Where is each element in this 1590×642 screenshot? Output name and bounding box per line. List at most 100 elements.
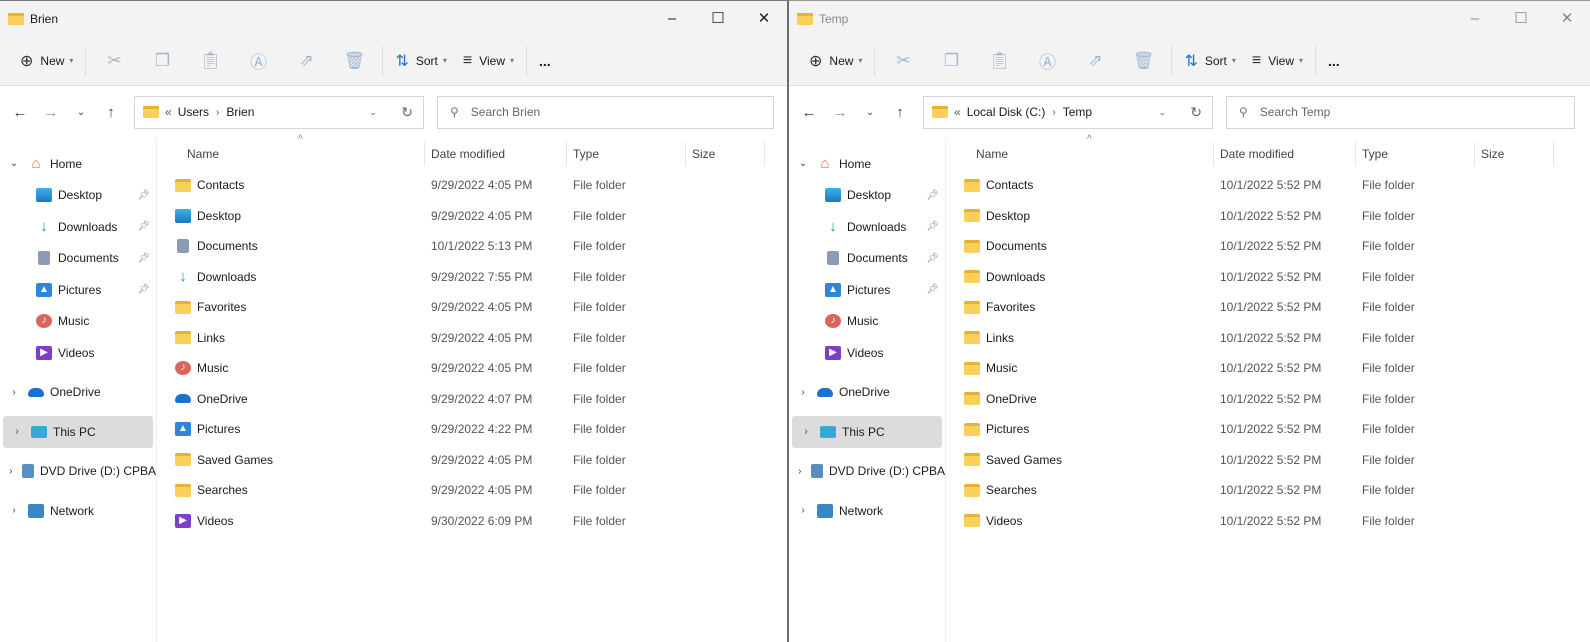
file-row[interactable]: Saved Games 9/29/2022 4:05 PM File folde…: [157, 445, 787, 476]
refresh-icon[interactable]: ↻: [401, 104, 413, 121]
chevron-right-icon[interactable]: ›: [792, 426, 820, 437]
chevron-right-icon[interactable]: ›: [789, 505, 817, 516]
file-row[interactable]: Favorites 9/29/2022 4:05 PM File folder: [157, 292, 787, 323]
chevron-right-icon[interactable]: ›: [3, 426, 31, 437]
chevron-right-icon[interactable]: ›: [0, 387, 28, 398]
nav-item-documents[interactable]: Documents 📌︎: [0, 243, 156, 275]
close-button[interactable]: ✕: [741, 1, 787, 36]
nav-item-dvd-drive-d-cpba[interactable]: › DVD Drive (D:) CPBA: [789, 456, 945, 488]
address-bar[interactable]: « Users › Brien ⌄ ↻: [134, 95, 424, 129]
chevron-down-icon[interactable]: ⌄: [1158, 107, 1166, 118]
nav-item-dvd-drive-d-cpba[interactable]: › DVD Drive (D:) CPBA: [0, 456, 156, 488]
search-input[interactable]: ⚲ Search Brien: [437, 95, 774, 129]
file-row[interactable]: Searches 9/29/2022 4:05 PM File folder: [157, 475, 787, 506]
nav-item-downloads[interactable]: ↓ Downloads 📌︎: [0, 211, 156, 243]
file-row[interactable]: Desktop 9/29/2022 4:05 PM File folder: [157, 201, 787, 232]
forward-button[interactable]: →: [39, 104, 63, 121]
back-button[interactable]: ←: [797, 104, 821, 121]
breadcrumb-item[interactable]: Local Disk (C:): [967, 105, 1046, 119]
file-row[interactable]: Documents 10/1/2022 5:13 PM File folder: [157, 231, 787, 262]
file-row[interactable]: ↓ Downloads 9/29/2022 7:55 PM File folder: [157, 262, 787, 293]
more-options-button[interactable]: ...: [1320, 45, 1348, 77]
file-row[interactable]: OneDrive 9/29/2022 4:07 PM File folder: [157, 384, 787, 415]
file-row[interactable]: ♪ Music 9/29/2022 4:05 PM File folder: [157, 353, 787, 384]
file-row[interactable]: Contacts 9/29/2022 4:05 PM File folder: [157, 170, 787, 201]
address-bar[interactable]: « Local Disk (C:) › Temp ⌄ ↻: [923, 95, 1213, 129]
search-input[interactable]: ⚲ Search Temp: [1226, 95, 1575, 129]
chevron-right-icon[interactable]: ›: [0, 505, 28, 516]
file-row[interactable]: Downloads 10/1/2022 5:52 PM File folder: [946, 262, 1590, 293]
copy-icon[interactable]: ❐: [138, 51, 186, 71]
file-row[interactable]: Contacts 10/1/2022 5:52 PM File folder: [946, 170, 1590, 201]
share-icon[interactable]: ⇗: [282, 51, 330, 71]
cut-icon[interactable]: ✂: [90, 51, 138, 71]
recent-locations-button[interactable]: ⌄: [858, 107, 882, 118]
column-header-name[interactable]: Name: [946, 142, 1214, 166]
up-button[interactable]: ↑: [99, 104, 123, 121]
share-icon[interactable]: ⇗: [1071, 51, 1119, 71]
breadcrumb-separator-icon[interactable]: ›: [216, 107, 219, 118]
nav-item-home[interactable]: ⌄ ⌂ Home: [0, 148, 156, 180]
nav-item-onedrive[interactable]: › OneDrive: [789, 377, 945, 409]
nav-item-downloads[interactable]: ↓ Downloads 📌︎: [789, 211, 945, 243]
paste-icon[interactable]: 📋︎: [975, 51, 1023, 71]
close-button[interactable]: ✕: [1544, 1, 1590, 36]
sort-button[interactable]: ⇅ Sort ▾: [387, 45, 454, 77]
file-row[interactable]: Desktop 10/1/2022 5:52 PM File folder: [946, 201, 1590, 232]
chevron-right-icon[interactable]: ›: [0, 466, 22, 477]
file-row[interactable]: Links 10/1/2022 5:52 PM File folder: [946, 323, 1590, 354]
file-row[interactable]: Documents 10/1/2022 5:52 PM File folder: [946, 231, 1590, 262]
nav-item-network[interactable]: › Network: [789, 495, 945, 527]
chevron-right-icon[interactable]: ›: [789, 466, 811, 477]
breadcrumb-item[interactable]: Brien: [226, 105, 254, 119]
file-row[interactable]: OneDrive 10/1/2022 5:52 PM File folder: [946, 384, 1590, 415]
file-row[interactable]: Saved Games 10/1/2022 5:52 PM File folde…: [946, 445, 1590, 476]
nav-item-pictures[interactable]: ▲ Pictures 📌︎: [789, 274, 945, 306]
chevron-down-icon[interactable]: ⌄: [789, 158, 817, 169]
file-row[interactable]: Searches 10/1/2022 5:52 PM File folder: [946, 475, 1590, 506]
nav-item-this-pc[interactable]: › This PC: [3, 416, 153, 448]
new-button[interactable]: ⊕ New ▾: [801, 45, 870, 77]
file-row[interactable]: ▲ Pictures 9/29/2022 4:22 PM File folder: [157, 414, 787, 445]
nav-item-desktop[interactable]: Desktop 📌︎: [0, 180, 156, 212]
rename-icon[interactable]: Ⓐ: [1023, 48, 1071, 73]
column-header-type[interactable]: Type: [1356, 142, 1475, 166]
column-header-name[interactable]: Name: [157, 142, 425, 166]
delete-icon[interactable]: 🗑︎: [1119, 51, 1167, 71]
nav-item-home[interactable]: ⌄ ⌂ Home: [789, 148, 945, 180]
sort-button[interactable]: ⇅ Sort ▾: [1176, 45, 1243, 77]
paste-icon[interactable]: 📋︎: [186, 51, 234, 71]
file-row[interactable]: Music 10/1/2022 5:52 PM File folder: [946, 353, 1590, 384]
nav-item-videos[interactable]: ▶ Videos: [789, 337, 945, 369]
view-button[interactable]: ≡ View ▾: [455, 45, 522, 77]
column-header-size[interactable]: Size: [1475, 142, 1554, 166]
up-button[interactable]: ↑: [888, 104, 912, 121]
file-row[interactable]: Videos 10/1/2022 5:52 PM File folder: [946, 506, 1590, 537]
maximize-button[interactable]: ☐: [695, 1, 741, 36]
nav-item-music[interactable]: ♪ Music: [789, 306, 945, 338]
rename-icon[interactable]: Ⓐ: [234, 48, 282, 73]
column-header-date-modified[interactable]: Date modified: [1214, 142, 1356, 166]
column-header-type[interactable]: Type: [567, 142, 686, 166]
breadcrumb-separator-icon[interactable]: ›: [1052, 107, 1055, 118]
nav-item-onedrive[interactable]: › OneDrive: [0, 377, 156, 409]
breadcrumb-item[interactable]: Users: [178, 105, 209, 119]
recent-locations-button[interactable]: ⌄: [69, 107, 93, 118]
maximize-button[interactable]: ☐: [1498, 1, 1544, 36]
file-row[interactable]: Links 9/29/2022 4:05 PM File folder: [157, 323, 787, 354]
view-button[interactable]: ≡ View ▾: [1244, 45, 1311, 77]
chevron-right-icon[interactable]: ›: [789, 387, 817, 398]
new-button[interactable]: ⊕ New ▾: [12, 45, 81, 77]
nav-item-music[interactable]: ♪ Music: [0, 306, 156, 338]
column-header-date-modified[interactable]: Date modified: [425, 142, 567, 166]
chevron-down-icon[interactable]: ⌄: [0, 158, 28, 169]
forward-button[interactable]: →: [828, 104, 852, 121]
chevron-down-icon[interactable]: ⌄: [369, 107, 377, 118]
nav-item-pictures[interactable]: ▲ Pictures 📌︎: [0, 274, 156, 306]
copy-icon[interactable]: ❐: [927, 51, 975, 71]
file-row[interactable]: Pictures 10/1/2022 5:52 PM File folder: [946, 414, 1590, 445]
minimize-button[interactable]: –: [649, 1, 695, 36]
cut-icon[interactable]: ✂: [879, 51, 927, 71]
file-row[interactable]: ▶ Videos 9/30/2022 6:09 PM File folder: [157, 506, 787, 537]
breadcrumb-item[interactable]: Temp: [1063, 105, 1092, 119]
